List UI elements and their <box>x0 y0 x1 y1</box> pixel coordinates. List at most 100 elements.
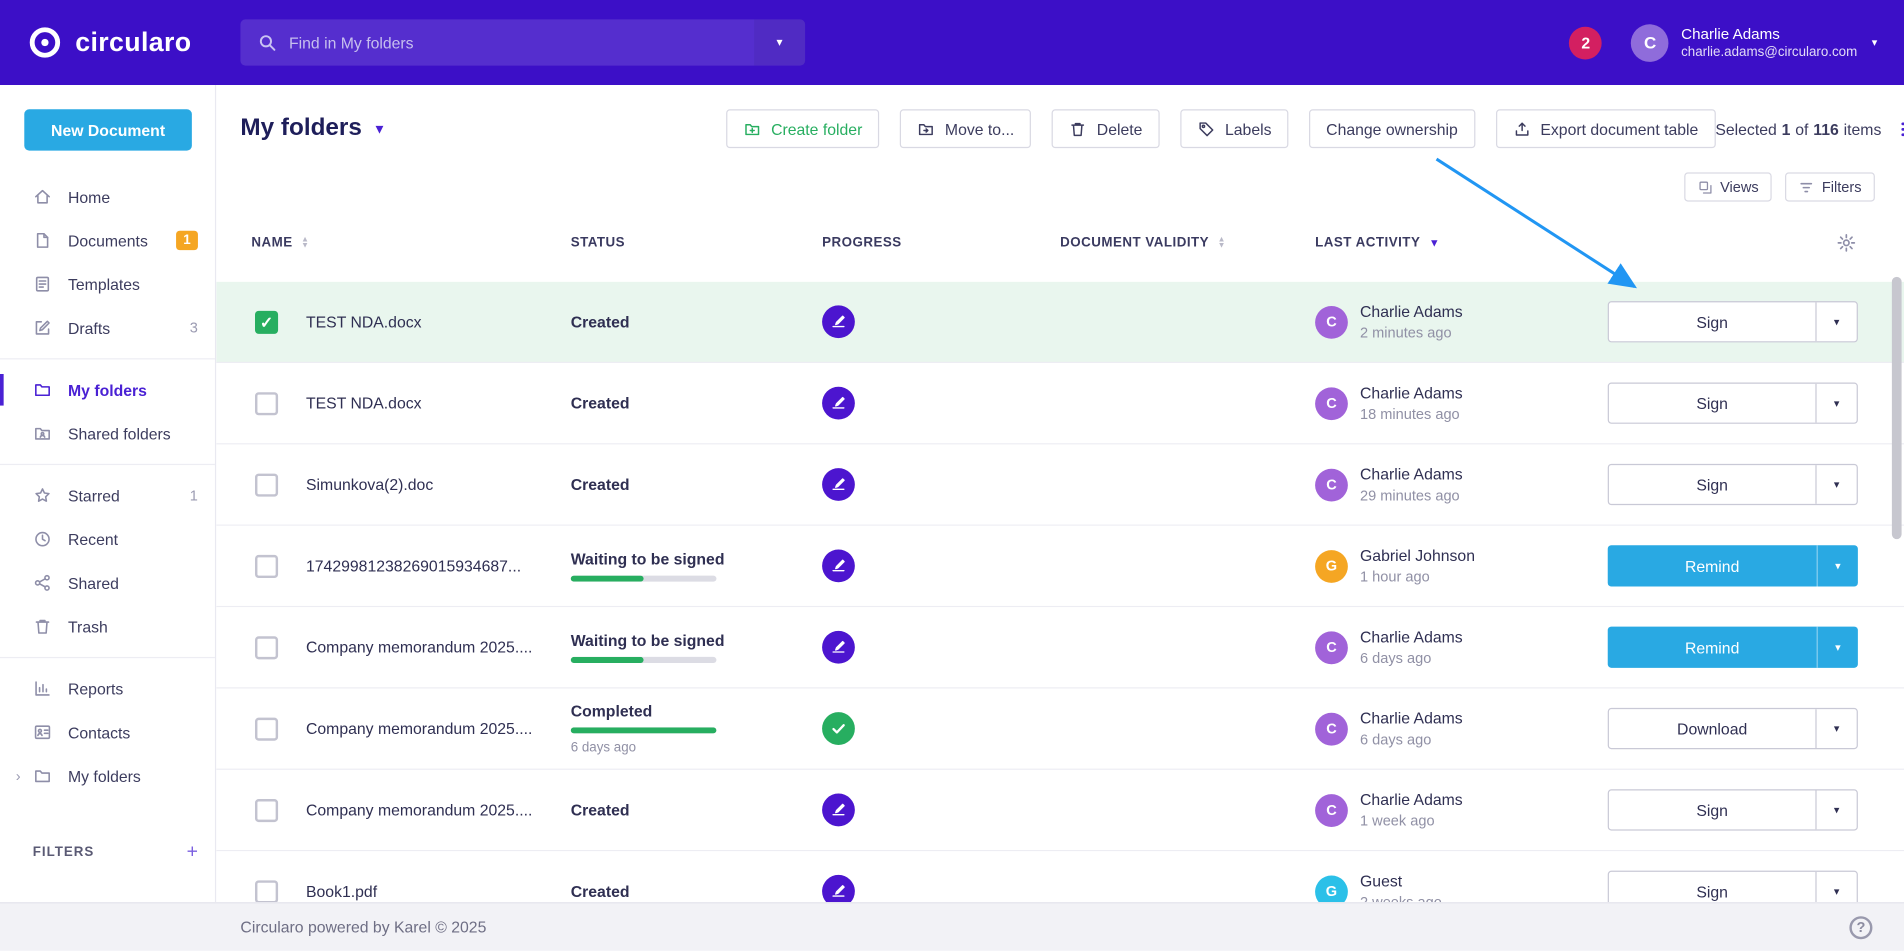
delete-button[interactable]: Delete <box>1052 109 1160 148</box>
sidebar-item-home[interactable]: Home <box>0 175 215 219</box>
action-dropdown-button[interactable]: ▾ <box>1815 791 1856 830</box>
action-dropdown-button[interactable]: ▾ <box>1815 709 1856 748</box>
sidebar-item-shared[interactable]: Shared <box>0 561 215 605</box>
row-checkbox[interactable] <box>255 474 278 497</box>
sign-button[interactable]: Sign <box>1609 791 1815 830</box>
topbar-right: 2 C Charlie Adams charlie.adams@circular… <box>1569 24 1904 62</box>
move-to-button[interactable]: Move to... <box>900 109 1031 148</box>
sidebar-item-templates[interactable]: Templates <box>0 262 215 306</box>
row-checkbox[interactable] <box>255 718 278 741</box>
sidebar-item-documents[interactable]: Documents1 <box>0 219 215 263</box>
document-name[interactable]: Company memorandum 2025.... <box>306 801 532 819</box>
table-row[interactable]: Company memorandum 2025.... Created C Ch… <box>216 770 1904 851</box>
activity-time: 1 week ago <box>1360 812 1463 829</box>
table-row[interactable]: Company memorandum 2025.... Completed6 d… <box>216 689 1904 770</box>
row-checkbox[interactable] <box>255 636 278 659</box>
activity-time: 6 days ago <box>1360 650 1463 667</box>
sign-button[interactable]: Sign <box>1609 465 1815 504</box>
activity-user-name: Charlie Adams <box>1360 465 1463 483</box>
search-scope-dropdown[interactable]: ▾ <box>754 19 805 65</box>
row-checkbox[interactable]: ✓ <box>255 311 278 334</box>
action-dropdown-button[interactable]: ▾ <box>1815 465 1856 504</box>
row-checkbox[interactable] <box>255 392 278 415</box>
activity-time: 2 minutes ago <box>1360 324 1463 341</box>
remind-button[interactable]: Remind <box>1608 545 1817 586</box>
column-header-name[interactable]: NAME▲▼ <box>251 236 309 251</box>
help-button[interactable]: ? <box>1849 916 1872 939</box>
search-box[interactable]: ▾ <box>240 19 805 65</box>
action-dropdown-button[interactable]: ▾ <box>1815 872 1856 902</box>
status-cell: Created <box>571 313 630 331</box>
brand[interactable]: circularo <box>0 24 216 60</box>
filters-button[interactable]: Filters <box>1785 172 1874 201</box>
sidebar-item-contacts[interactable]: Contacts <box>0 710 215 754</box>
new-document-button[interactable]: New Document <box>24 109 192 150</box>
sidebar-filters[interactable]: FILTERS + <box>33 842 198 864</box>
row-actions: Sign ▾ <box>1608 383 1858 424</box>
sign-progress-icon <box>822 794 855 827</box>
gear-icon[interactable] <box>1836 233 1857 254</box>
activity-user-name: Charlie Adams <box>1360 302 1463 320</box>
sign-button[interactable]: Sign <box>1609 872 1815 902</box>
table-row[interactable]: ✓ TEST NDA.docx Created C Charlie Adams … <box>216 282 1904 363</box>
sidebar-item-my-folders[interactable]: ›My folders <box>0 754 215 798</box>
remind-button[interactable]: Remind <box>1608 627 1817 668</box>
column-header-last-activity[interactable]: LAST ACTIVITY▼ <box>1315 236 1440 251</box>
avatar: C <box>1315 794 1348 827</box>
table-row[interactable]: Company memorandum 2025.... Waiting to b… <box>216 607 1904 688</box>
document-name[interactable]: TEST NDA.docx <box>306 394 422 412</box>
sign-progress-icon <box>822 305 855 338</box>
sidebar-item-label: Drafts <box>68 319 110 337</box>
sidebar-item-my-folders[interactable]: My folders <box>0 368 215 412</box>
sidebar-item-trash[interactable]: Trash <box>0 605 215 649</box>
document-name[interactable]: Company memorandum 2025.... <box>306 638 532 656</box>
action-dropdown-button[interactable]: ▾ <box>1817 545 1858 586</box>
create-folder-button[interactable]: Create folder <box>726 109 879 148</box>
status-cell: Waiting to be signed <box>571 550 725 582</box>
sidebar-divider <box>0 358 215 359</box>
folder-icon <box>33 380 52 399</box>
sidebar-item-recent[interactable]: Recent <box>0 517 215 561</box>
action-dropdown-button[interactable]: ▾ <box>1815 384 1856 423</box>
sidebar-item-shared-folders[interactable]: Shared folders <box>0 412 215 456</box>
filters-label: FILTERS <box>33 845 94 860</box>
notification-badge[interactable]: 2 <box>1569 26 1602 59</box>
user-menu[interactable]: C Charlie Adams charlie.adams@circularo.… <box>1631 24 1877 62</box>
table-row[interactable]: TEST NDA.docx Created C Charlie Adams 18… <box>216 363 1904 444</box>
download-button[interactable]: Download <box>1609 709 1815 748</box>
document-name[interactable]: TEST NDA.docx <box>306 313 422 331</box>
row-checkbox[interactable] <box>255 555 278 578</box>
scrollbar[interactable] <box>1892 277 1902 539</box>
sidebar-count: 1 <box>190 487 198 504</box>
document-name[interactable]: Company memorandum 2025.... <box>306 719 532 737</box>
row-checkbox[interactable] <box>255 880 278 902</box>
table-row[interactable]: Simunkova(2).doc Created C Charlie Adams… <box>216 444 1904 525</box>
table-row[interactable]: 17429981238269015934687... Waiting to be… <box>216 526 1904 607</box>
sidebar-item-reports[interactable]: Reports <box>0 667 215 711</box>
last-activity-cell: C Charlie Adams 6 days ago <box>1315 628 1463 667</box>
label-icon <box>1197 120 1215 138</box>
sidebar-item-starred[interactable]: Starred1 <box>0 474 215 518</box>
row-checkbox[interactable] <box>255 799 278 822</box>
table-row[interactable]: Book1.pdf Created G Guest 2 weeks ago Si… <box>216 851 1904 902</box>
document-name[interactable]: Book1.pdf <box>306 882 377 900</box>
export-document-table-button[interactable]: Export document table <box>1495 109 1715 148</box>
column-header-document-validity[interactable]: DOCUMENT VALIDITY▲▼ <box>1060 236 1226 251</box>
add-filter-icon[interactable]: + <box>187 842 198 864</box>
search-input[interactable] <box>289 19 754 65</box>
list-view-icon[interactable] <box>1900 117 1904 140</box>
action-dropdown-button[interactable]: ▾ <box>1817 627 1858 668</box>
shared-folder-icon <box>33 424 52 443</box>
sidebar-item-drafts[interactable]: Drafts3 <box>0 306 215 350</box>
change-ownership-button[interactable]: Change ownership <box>1309 109 1475 148</box>
document-name[interactable]: 17429981238269015934687... <box>306 557 521 575</box>
labels-button[interactable]: Labels <box>1180 109 1288 148</box>
page-title[interactable]: My folders ▼ <box>240 114 386 142</box>
views-button[interactable]: Views <box>1684 172 1772 201</box>
create-folder-icon <box>743 120 761 138</box>
document-name[interactable]: Simunkova(2).doc <box>306 475 433 493</box>
view-filter-bar: Views Filters <box>1684 172 1875 201</box>
action-dropdown-button[interactable]: ▾ <box>1815 302 1856 341</box>
sign-button[interactable]: Sign <box>1609 384 1815 423</box>
sign-button[interactable]: Sign <box>1609 302 1815 341</box>
